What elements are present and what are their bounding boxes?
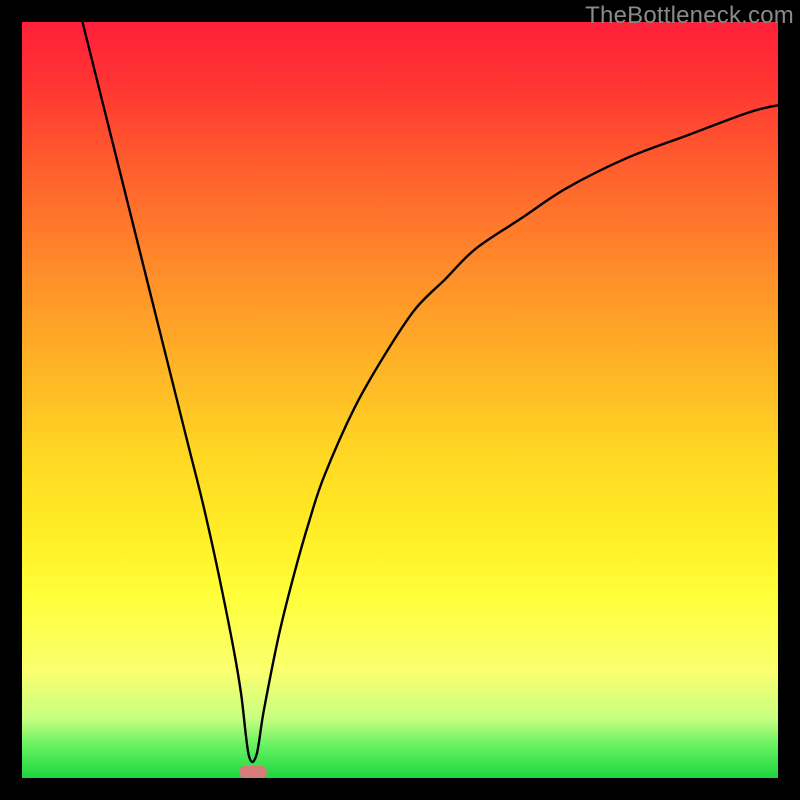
- plot-area: [22, 22, 778, 778]
- vertex-marker: [239, 766, 267, 778]
- curve-svg: [22, 22, 778, 778]
- watermark-text: TheBottleneck.com: [585, 2, 794, 30]
- bottleneck-curve: [82, 22, 778, 762]
- chart-frame: TheBottleneck.com: [0, 0, 800, 800]
